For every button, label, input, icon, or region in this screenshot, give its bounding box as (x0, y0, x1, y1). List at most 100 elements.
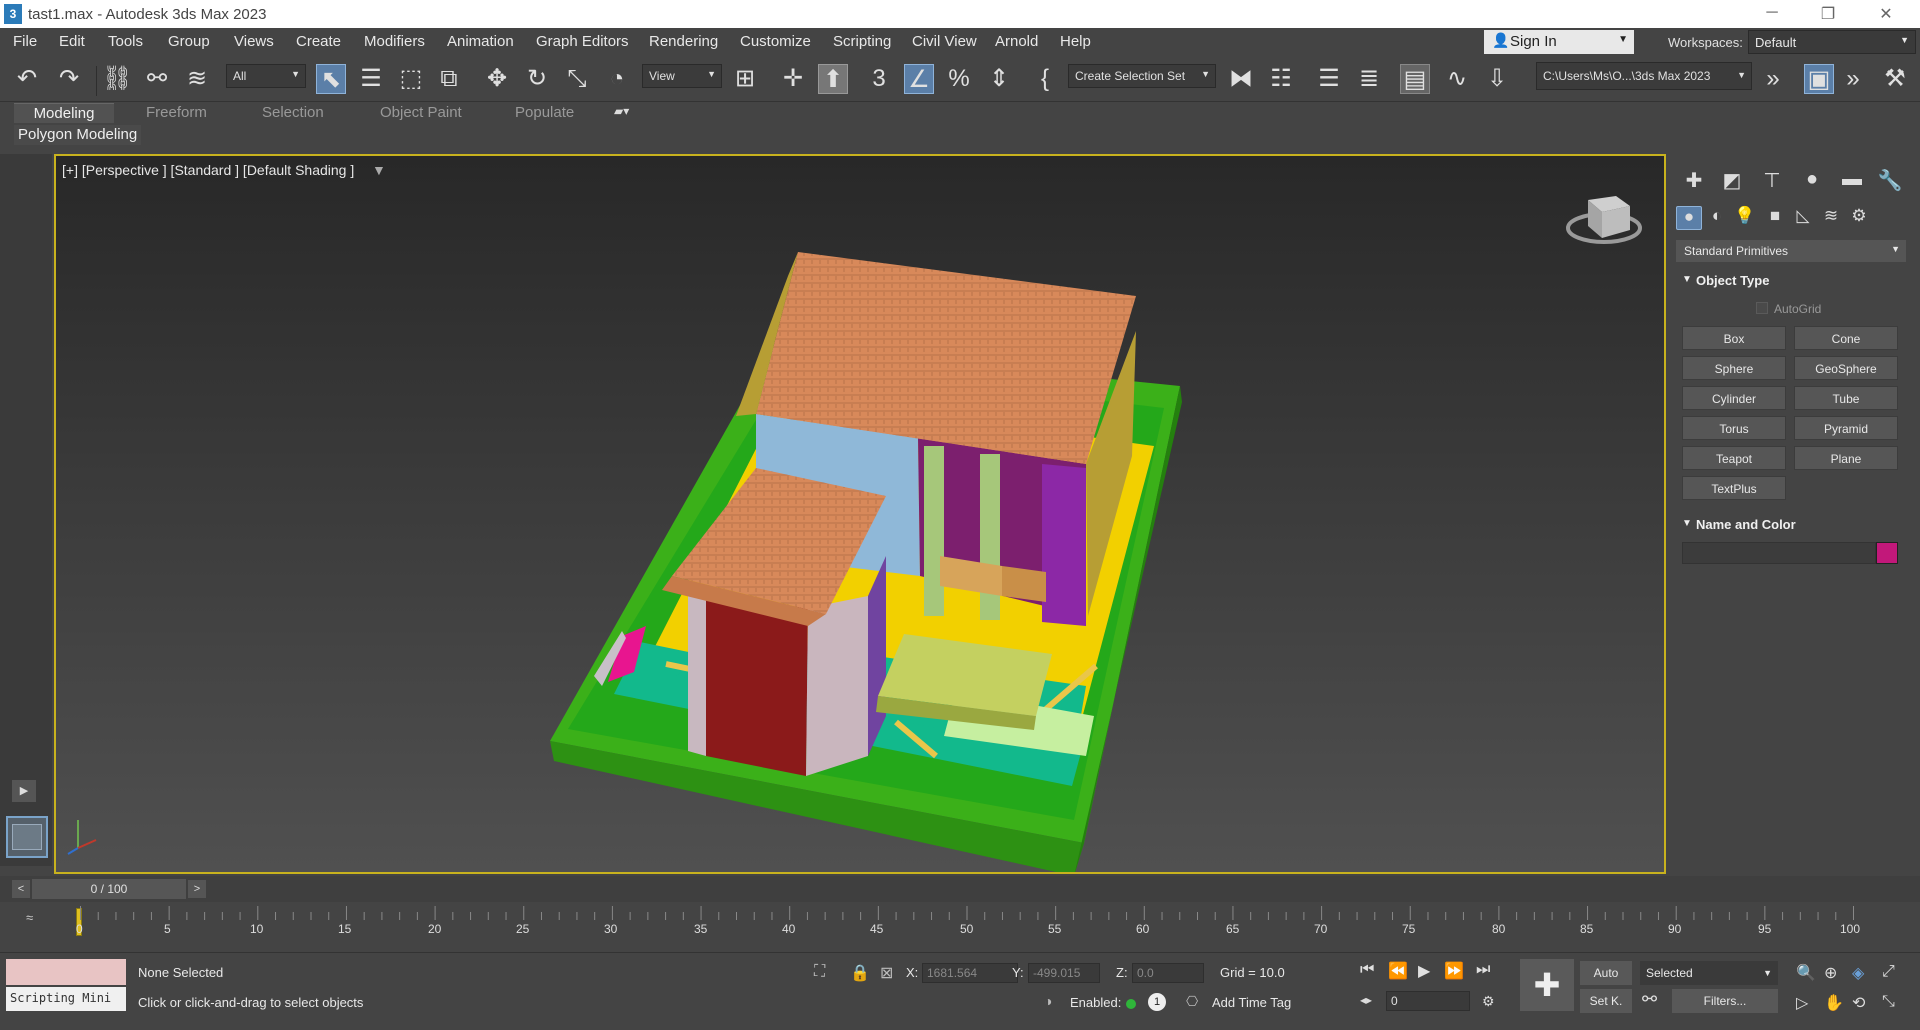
key-mode-toggle-icon[interactable]: ◂▸ (1360, 993, 1372, 1007)
align-icon[interactable]: ☷ (1266, 64, 1296, 94)
menu-scripting[interactable]: Scripting (833, 33, 891, 50)
utilities-tab-icon[interactable]: 🔧 (1876, 168, 1904, 194)
systems-icon[interactable]: ⚙ (1846, 206, 1872, 230)
viewport-layout-thumbnail[interactable] (6, 816, 48, 858)
menu-rendering[interactable]: Rendering (649, 33, 718, 50)
reference-coordinate-dropdown[interactable]: View ▼ (642, 64, 722, 88)
select-object-icon[interactable]: ⬉ (316, 64, 346, 94)
keyboard-shortcut-override-icon[interactable]: ⬆ (818, 64, 848, 94)
primitive-category-dropdown[interactable]: Standard Primitives ▼ (1676, 240, 1906, 262)
manipulate-icon[interactable]: ✛ (778, 64, 808, 94)
go-to-start-icon[interactable]: ⏮ (1360, 961, 1374, 979)
next-key-icon[interactable]: ⏩ (1444, 961, 1464, 981)
space-warps-icon[interactable]: ≋ (1818, 206, 1844, 230)
menu-group[interactable]: Group (168, 33, 210, 50)
place-icon[interactable]: ◔ (602, 64, 632, 94)
mirror-icon[interactable]: ⧓ (1226, 64, 1256, 94)
viewcube-icon[interactable] (1566, 196, 1642, 244)
time-configuration-icon[interactable]: ⚙ (1482, 993, 1495, 1010)
spinner-snap-icon[interactable]: ⇕ (984, 64, 1014, 94)
tab-selection[interactable]: Selection (254, 103, 332, 123)
key-filter-dropdown[interactable]: Selected ▼ (1640, 961, 1778, 985)
menu-views[interactable]: Views (234, 33, 274, 50)
menu-file[interactable]: File (13, 33, 37, 50)
menu-civil-view[interactable]: Civil View (912, 33, 977, 50)
trackbar[interactable]: ≈ 0 5 10 15 20 25 30 35 40 45 50 55 60 6… (0, 902, 1920, 952)
window-crossing-icon[interactable]: ⧉ (434, 64, 464, 94)
go-to-end-icon[interactable]: ⏭ (1476, 961, 1490, 979)
display-tab-icon[interactable]: ▬ (1838, 168, 1866, 194)
workspaces-dropdown[interactable]: Default ▼ (1748, 30, 1916, 54)
menu-arnold[interactable]: Arnold (995, 33, 1038, 50)
maxscript-listener[interactable]: Scripting Mini (6, 959, 126, 1013)
create-tab-icon[interactable]: ✚ (1680, 168, 1708, 194)
tube-button[interactable]: Tube (1794, 386, 1898, 410)
field-of-view-icon[interactable]: ▷ (1796, 993, 1808, 1013)
pivot-center-icon[interactable]: ⊞ (730, 64, 760, 94)
minimize-button[interactable]: ─ (1752, 4, 1792, 24)
sign-in-dropdown[interactable]: 👤 Sign In ▼ (1484, 30, 1634, 54)
project-path-dropdown[interactable]: C:\Users\Ms\O...\3ds Max 2023 ▼ (1536, 62, 1752, 90)
redo-icon[interactable]: ↷ (54, 64, 84, 94)
menu-animation[interactable]: Animation (447, 33, 514, 50)
schematic-view-icon[interactable]: ⇩ (1482, 64, 1512, 94)
undo-icon[interactable]: ↶ (12, 64, 42, 94)
helpers-icon[interactable]: ◺ (1790, 206, 1816, 230)
tab-freeform[interactable]: Freeform (138, 103, 215, 123)
teapot-button[interactable]: Teapot (1682, 446, 1786, 470)
color-swatch[interactable] (1876, 542, 1898, 564)
bind-space-warp-icon[interactable]: ≋ (182, 64, 212, 94)
play-icon[interactable]: ▶ (1418, 961, 1430, 981)
x-coordinate-field[interactable]: 1681.564 (922, 963, 1018, 983)
plane-button[interactable]: Plane (1794, 446, 1898, 470)
motion-tab-icon[interactable]: ● (1798, 168, 1826, 194)
box-button[interactable]: Box (1682, 326, 1786, 350)
shapes-icon[interactable]: ◐ (1704, 206, 1730, 230)
zoom-extents-icon[interactable]: ◈ (1852, 963, 1864, 983)
y-coordinate-field[interactable]: -499.015 (1028, 963, 1100, 983)
rectangular-selection-icon[interactable]: ⬚ (396, 64, 426, 94)
filters-button[interactable]: Filters... (1672, 989, 1778, 1013)
angle-snap-icon[interactable]: ∠ (904, 64, 934, 94)
isolate-icon[interactable]: ⛶ (814, 963, 825, 981)
rotate-icon[interactable]: ↻ (522, 64, 552, 94)
unlink-icon[interactable]: ⚯ (142, 64, 172, 94)
cone-button[interactable]: Cone (1794, 326, 1898, 350)
geometry-icon[interactable]: ● (1676, 206, 1702, 230)
lights-icon[interactable]: 💡 (1732, 206, 1758, 230)
auto-key-button[interactable]: Auto (1580, 961, 1632, 985)
zoom-extents-all-icon[interactable]: ⤢ (1882, 963, 1895, 981)
ribbon-toggle-icon[interactable]: ▤ (1400, 64, 1430, 94)
menu-create[interactable]: Create (296, 33, 341, 50)
adaptive-degradation-icon[interactable]: ◑ (1044, 993, 1052, 1009)
menu-modifiers[interactable]: Modifiers (364, 33, 425, 50)
time-tag-icon[interactable]: ⎔ (1186, 993, 1198, 1010)
pyramid-button[interactable]: Pyramid (1794, 416, 1898, 440)
overflow-chevron-icon-2[interactable]: » (1838, 64, 1868, 94)
absolute-mode-icon[interactable]: ⊠ (880, 963, 893, 983)
key-tangent-icon[interactable]: ⚯ (1642, 989, 1657, 1010)
zoom-all-icon[interactable]: ⊕ (1824, 963, 1837, 983)
current-frame-field[interactable]: 0 (1386, 991, 1470, 1011)
curve-toggle-icon[interactable]: ≈ (26, 910, 33, 925)
time-slider[interactable]: 0 / 100 (32, 879, 186, 899)
zoom-icon[interactable]: 🔍 (1796, 963, 1816, 983)
z-coordinate-field[interactable]: 0.0 (1132, 963, 1204, 983)
tab-modeling[interactable]: Modeling (14, 103, 114, 123)
cylinder-button[interactable]: Cylinder (1682, 386, 1786, 410)
autogrid-checkbox[interactable] (1756, 302, 1768, 314)
layer-explorer-icon[interactable]: ≣ (1354, 64, 1384, 94)
textplus-button[interactable]: TextPlus (1682, 476, 1786, 500)
cameras-icon[interactable]: ■ (1762, 206, 1788, 230)
maxscript-input[interactable]: Scripting Mini (6, 987, 126, 1011)
set-key-icon[interactable]: ✚ (1520, 959, 1574, 1011)
link-icon[interactable]: ⛓ (102, 64, 132, 94)
geosphere-button[interactable]: GeoSphere (1794, 356, 1898, 380)
named-selection-dropdown[interactable]: Create Selection Set ▼ (1068, 64, 1216, 88)
close-button[interactable]: ✕ (1866, 4, 1906, 24)
percent-snap-icon[interactable]: % (944, 64, 974, 94)
select-by-name-icon[interactable]: ☰ (356, 64, 386, 94)
menu-edit[interactable]: Edit (59, 33, 85, 50)
ribbon-options-icon[interactable]: ▰▾ (614, 104, 629, 118)
hierarchy-tab-icon[interactable]: ⊤ (1758, 168, 1786, 194)
